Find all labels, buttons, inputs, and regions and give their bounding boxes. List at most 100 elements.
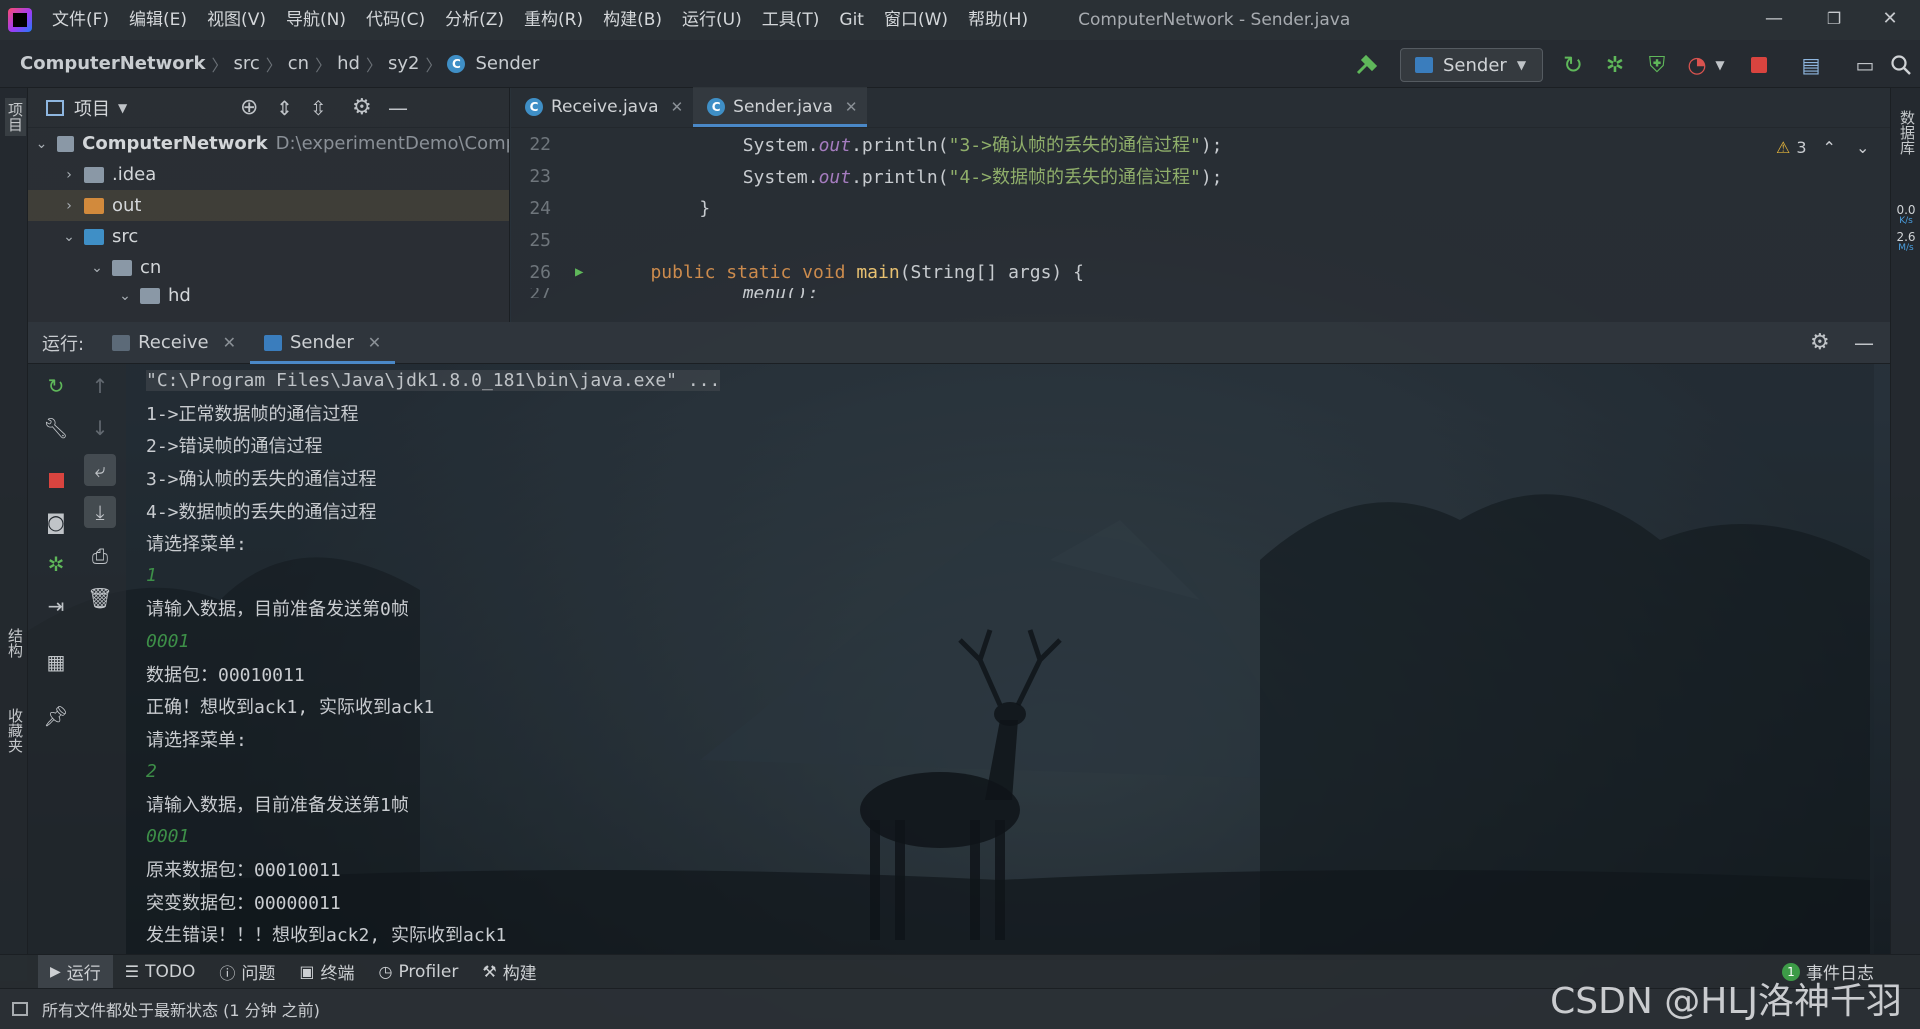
hide-panel-icon[interactable]: — [1854, 331, 1874, 355]
code-line[interactable]: 26 ▶ public static void main(String[] ar… [511, 256, 1890, 288]
breadcrumb-cn[interactable]: cn [282, 53, 315, 74]
menu-edit[interactable]: 编辑(E) [119, 0, 197, 40]
bottom-tab-problems[interactable]: ⓘ 问题 [207, 955, 287, 989]
run-gutter-icon[interactable]: ▶ [575, 264, 583, 280]
rerun-icon[interactable]: ↻ [1556, 48, 1590, 82]
menu-git[interactable]: Git [829, 0, 874, 40]
profile-icon[interactable]: ◔ [1680, 48, 1714, 82]
search-icon[interactable] [1884, 48, 1918, 82]
collapse-all-icon[interactable]: ⇳ [310, 96, 327, 120]
more-run-options-icon[interactable]: ▼ [1710, 48, 1730, 82]
breadcrumb-sender[interactable]: Sender [469, 53, 545, 74]
close-window-button[interactable]: ✕ [1860, 0, 1920, 40]
expand-all-icon[interactable]: ⇕ [276, 96, 293, 120]
bottom-tab-terminal[interactable]: ▣ 终端 [287, 955, 366, 989]
project-tool-tab[interactable]: 项目 [5, 98, 26, 136]
console-output-line: 2->错误帧的通信过程 [146, 436, 323, 458]
chevron-right-icon[interactable]: › [58, 167, 80, 183]
bottom-tab-run[interactable]: ▶ 运行 [38, 954, 113, 989]
tree-item-idea[interactable]: › .idea [28, 159, 509, 190]
run-tab-receive[interactable]: Receive ✕ [98, 322, 250, 364]
bottom-tab-profiler[interactable]: ◷ Profiler [367, 955, 471, 989]
wrench-icon[interactable]: 🔧︎ [40, 412, 72, 444]
breadcrumb-src[interactable]: src [227, 53, 265, 74]
inspection-widget[interactable]: ⚠ 3 ⌃ ⌄ [1776, 138, 1869, 157]
favorites-tool-tab[interactable]: 收藏夹 [5, 708, 26, 753]
close-tab-icon[interactable]: ✕ [845, 98, 858, 116]
menu-tools[interactable]: 工具(T) [752, 0, 830, 40]
gear-icon[interactable]: ⚙ [352, 95, 372, 120]
structure-tool-tab[interactable]: 结构 [5, 628, 26, 658]
tree-item-hd[interactable]: ⌄ hd [28, 283, 509, 308]
bottom-tab-build[interactable]: ⚒ 构建 [470, 955, 548, 989]
run-tab-sender[interactable]: Sender ✕ [249, 322, 396, 364]
restore-button[interactable]: ❐ [1804, 0, 1864, 40]
close-tab-icon[interactable]: ✕ [368, 333, 381, 352]
locate-icon[interactable]: ⊕ [240, 95, 258, 120]
stop-icon[interactable] [1742, 48, 1776, 82]
menu-view[interactable]: 视图(V) [197, 0, 276, 40]
console-output[interactable]: "C:\Program Files\Java\jdk1.8.0_181\bin\… [126, 364, 1874, 954]
breadcrumb-project[interactable]: ComputerNetwork [14, 53, 211, 74]
chevron-down-icon[interactable]: ▼ [118, 101, 127, 115]
menu-file[interactable]: 文件(F) [42, 0, 119, 40]
bottom-tab-todo[interactable]: ☰ TODO [113, 955, 208, 989]
login-icon[interactable]: ⇥ [40, 590, 72, 622]
code-line[interactable]: 22 System.out.println("3->确认帧的丢失的通信过程"); [511, 128, 1890, 160]
camera-icon[interactable]: ◙ [40, 506, 72, 538]
debug-restart-icon[interactable]: ✲ [40, 548, 72, 580]
menu-navigate[interactable]: 导航(N) [276, 0, 356, 40]
minimize-button[interactable]: — [1744, 0, 1804, 40]
breadcrumb-sy2[interactable]: sy2 [382, 53, 425, 74]
chevron-right-icon[interactable]: › [58, 198, 80, 214]
tab-sender-java[interactable]: C Sender.java ✕ [693, 87, 868, 127]
menu-analyze[interactable]: 分析(Z) [435, 0, 514, 40]
chevron-down-icon[interactable]: ⌄ [86, 260, 108, 276]
pin-icon[interactable]: 📌︎ [40, 700, 72, 732]
menu-refactor[interactable]: 重构(R) [514, 0, 593, 40]
menu-run[interactable]: 运行(U) [672, 0, 752, 40]
chevron-down-icon[interactable]: ⌄ [58, 229, 80, 245]
presentation-icon[interactable]: ▭ [1848, 48, 1882, 82]
stop-icon[interactable] [40, 464, 72, 496]
menu-build[interactable]: 构建(B) [593, 0, 672, 40]
tree-item-src[interactable]: ⌄ src [28, 221, 509, 252]
scroll-down-icon[interactable]: ↓ [84, 412, 116, 444]
menu-help[interactable]: 帮助(H) [958, 0, 1038, 40]
tree-item-out[interactable]: › out [28, 190, 509, 221]
debug-icon[interactable]: ✲ [1598, 48, 1632, 82]
code-line[interactable]: 27 menu(); [511, 288, 1890, 298]
tree-item-cn[interactable]: ⌄ cn [28, 252, 509, 283]
chevron-up-icon[interactable]: ⌃ [1823, 138, 1836, 157]
print-icon[interactable]: ⎙ [84, 540, 116, 572]
menu-window[interactable]: 窗口(W) [874, 0, 958, 40]
chevron-down-icon[interactable]: ⌄ [1856, 138, 1869, 157]
menu-code[interactable]: 代码(C) [356, 0, 435, 40]
soft-wrap-icon[interactable]: ⤶ [84, 454, 116, 486]
breadcrumb-hd[interactable]: hd [331, 53, 366, 74]
tab-receive-java[interactable]: C Receive.java ✕ [511, 87, 693, 127]
code-line[interactable]: 23 System.out.println("4->数据帧的丢失的通信过程"); [511, 160, 1890, 192]
scroll-to-end-icon[interactable]: ⤓ [84, 496, 116, 528]
project-structure-icon[interactable]: ▤ [1794, 48, 1828, 82]
rerun-icon[interactable]: ↻ [40, 370, 72, 402]
tree-item-root[interactable]: ⌄ ComputerNetwork D:\experimentDemo\Comp… [28, 128, 509, 159]
code-line[interactable]: 24 } [511, 192, 1890, 224]
layout-icon[interactable]: ▦ [40, 646, 72, 678]
close-tab-icon[interactable]: ✕ [671, 98, 684, 116]
trash-icon[interactable]: 🗑︎ [84, 582, 116, 614]
project-panel-title[interactable]: 项目 [74, 95, 110, 121]
chevron-down-icon[interactable]: ⌄ [114, 288, 136, 304]
run-configuration-select[interactable]: Sender ▼ [1400, 48, 1543, 82]
gear-icon[interactable]: ⚙ [1810, 330, 1830, 355]
close-tab-icon[interactable]: ✕ [223, 333, 236, 352]
coverage-icon[interactable]: ⛨ [1640, 48, 1674, 82]
code-line[interactable]: 25 [511, 224, 1890, 256]
scroll-up-icon[interactable]: ↑ [84, 370, 116, 402]
chevron-down-icon[interactable]: ⌄ [32, 136, 51, 152]
database-tool-tab[interactable]: 数据库 [1897, 110, 1918, 155]
status-toggle-icon[interactable] [12, 1002, 28, 1016]
build-hammer-icon[interactable] [1350, 48, 1384, 82]
navigation-bar: ComputerNetwork 〉 src 〉 cn 〉 hd 〉 sy2 〉 … [0, 40, 1920, 88]
hide-panel-icon[interactable]: — [388, 96, 408, 120]
